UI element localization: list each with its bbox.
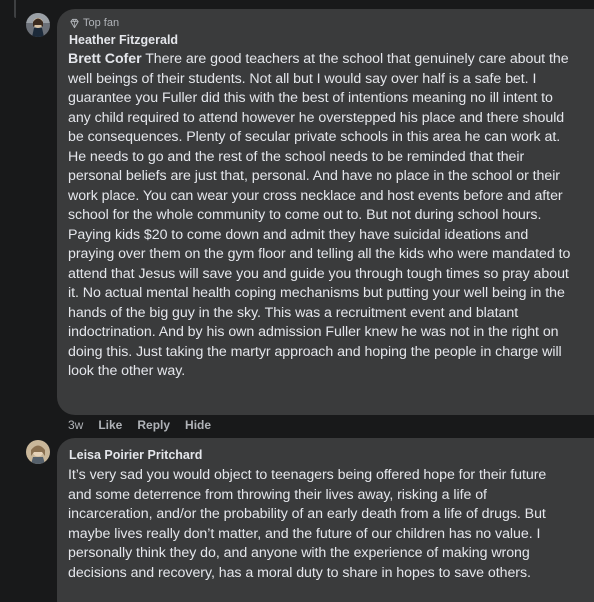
comment-actions: 3w Like Reply Hide: [68, 418, 226, 432]
comment-bubble: Top fan Heather Fitzgerald Brett Cofer T…: [57, 9, 594, 415]
mention-link[interactable]: Brett Cofer: [68, 51, 142, 67]
avatar-heather[interactable]: [26, 13, 50, 37]
comment-feed: Top fan Heather Fitzgerald Brett Cofer T…: [0, 0, 594, 602]
reply-button[interactable]: Reply: [137, 418, 170, 432]
comment-body: There are good teachers at the school th…: [68, 51, 571, 379]
avatar-image: [26, 13, 50, 37]
avatar-leisa[interactable]: [26, 440, 50, 464]
avatar-image: [26, 440, 50, 464]
top-fan-badge: Top fan: [69, 16, 594, 30]
like-button[interactable]: Like: [98, 418, 122, 432]
comment-author[interactable]: Heather Fitzgerald: [69, 33, 594, 48]
comment-timestamp[interactable]: 3w: [68, 418, 83, 432]
comment-text: Brett Cofer There are good teachers at t…: [68, 50, 578, 382]
comment-author[interactable]: Leisa Poirier Pritchard: [69, 448, 594, 463]
badge-label: Top fan: [83, 17, 120, 29]
comment-text: It’s very sad you would object to teenag…: [68, 467, 547, 581]
diamond-badge-icon: [70, 18, 79, 28]
hide-button[interactable]: Hide: [185, 418, 211, 432]
comment-bubble: Leisa Poirier Pritchard It’s very sad yo…: [57, 438, 594, 602]
thread-line: [14, 0, 16, 18]
